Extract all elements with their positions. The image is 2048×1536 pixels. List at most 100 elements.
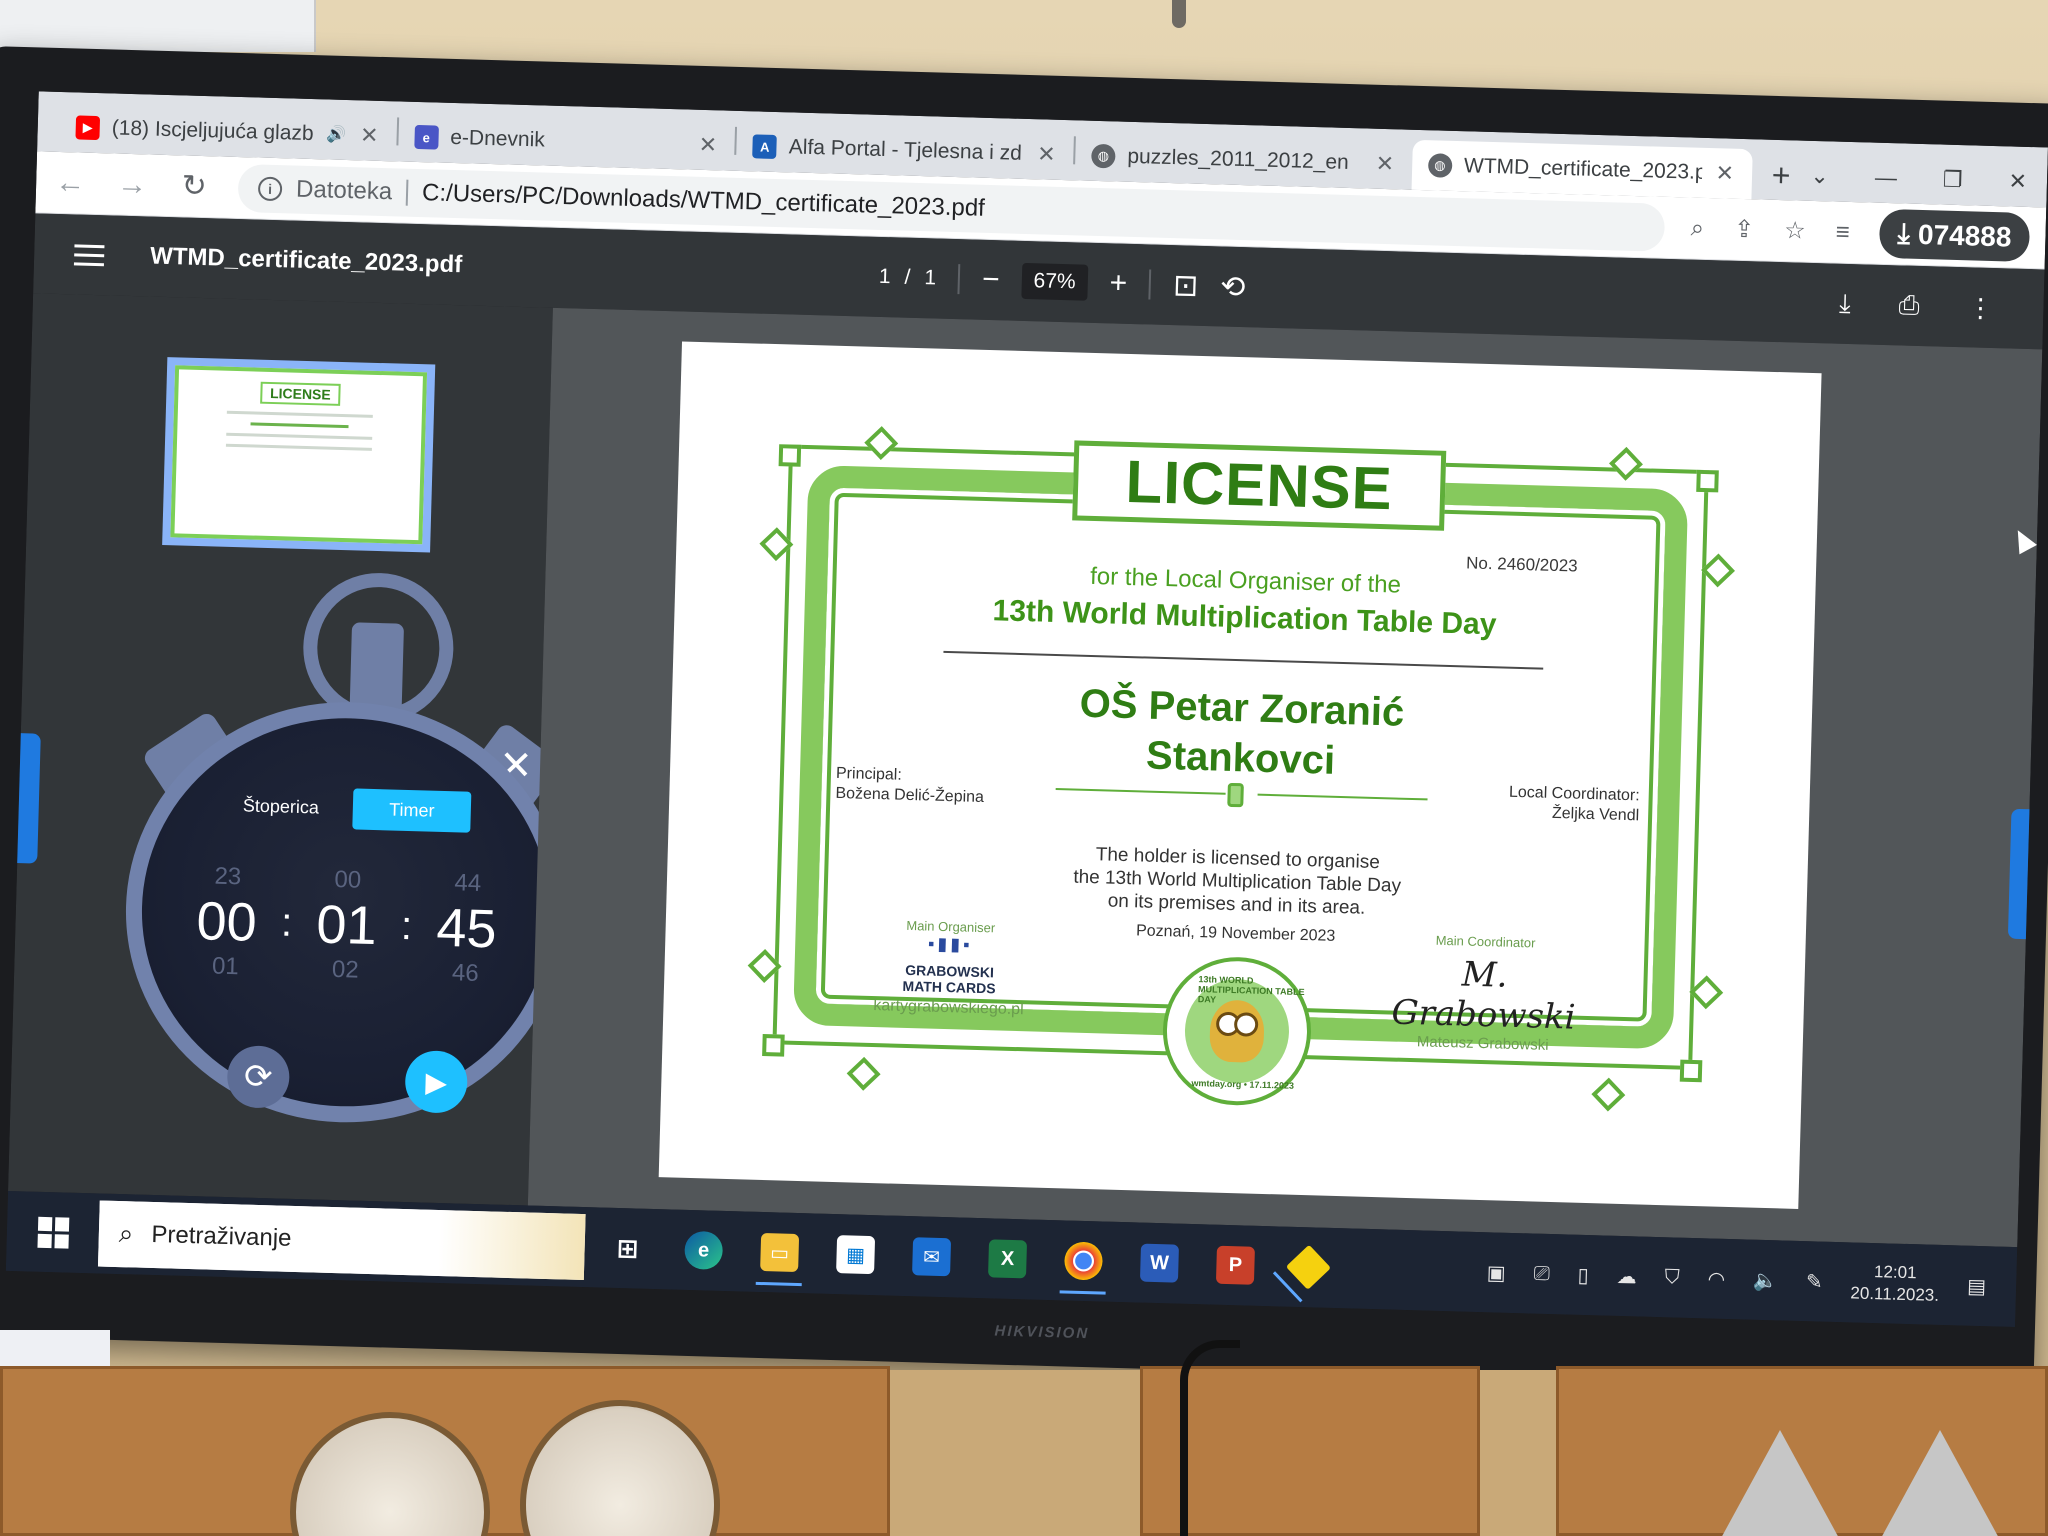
play-icon: ▶: [425, 1066, 448, 1098]
info-icon[interactable]: i: [257, 176, 283, 201]
grabowski-logo-icon: ▪▮▮▪: [927, 933, 973, 955]
divider: [957, 264, 961, 295]
pdf-document-area[interactable]: LICENSE No. 2460/2023 for the Local Orga…: [527, 307, 2043, 1248]
minimize-button[interactable]: —: [1875, 165, 1898, 192]
hours-value[interactable]: 00: [186, 890, 268, 954]
alfa-icon: A: [752, 134, 778, 160]
side-panel-handle-right[interactable]: [2007, 808, 2038, 940]
page-current-input[interactable]: 1: [879, 265, 891, 289]
youtube-icon: ▶: [75, 115, 101, 141]
stopwatch-mode-button[interactable]: Štoperica: [224, 785, 337, 829]
clock-date: 20.11.2023.: [1850, 1283, 1940, 1305]
menu-icon[interactable]: [73, 243, 105, 266]
tray-display-icon[interactable]: ⎚: [1533, 1262, 1550, 1285]
app-diamond-icon[interactable]: [1285, 1244, 1332, 1290]
tab-title: puzzles_2011_2012_en: [1127, 144, 1350, 174]
back-button[interactable]: ←: [52, 165, 89, 200]
thumbnail-page: LICENSE: [170, 365, 428, 545]
close-tab-icon[interactable]: ✕: [1713, 160, 1736, 187]
hours-above: 23: [214, 862, 242, 891]
address-divider: [405, 179, 409, 206]
download-icon[interactable]: ⤓: [1839, 288, 1851, 320]
close-tab-icon[interactable]: ✕: [1374, 151, 1397, 178]
word-icon[interactable]: W: [1139, 1243, 1179, 1283]
zoom-in-button[interactable]: +: [1109, 266, 1127, 300]
excel-icon[interactable]: X: [988, 1239, 1028, 1279]
tab-title: e-Dnevnik: [449, 125, 546, 152]
handwritten-signature: M. Grabowski: [1391, 954, 1577, 1038]
stopwatch-crown: [349, 622, 405, 714]
certificate-title: LICENSE: [1072, 440, 1447, 531]
minutes-above: 00: [334, 865, 362, 894]
mail-icon[interactable]: ✉: [912, 1237, 952, 1277]
close-window-button[interactable]: ✕: [2008, 168, 2027, 195]
local-coordinator-block: Local Coordinator: Željka Vendl: [1479, 782, 1640, 826]
close-tab-icon[interactable]: ✕: [358, 122, 381, 149]
search-icon: ⌕: [118, 1218, 134, 1249]
more-options-icon[interactable]: ⋮: [1967, 292, 1994, 324]
security-shield-icon[interactable]: ⛉: [1664, 1266, 1680, 1289]
share-icon[interactable]: ⇪: [1734, 215, 1755, 245]
wall-poster: [0, 0, 316, 52]
bookmark-star-icon[interactable]: ☆: [1784, 216, 1806, 246]
minutes-value[interactable]: 01: [306, 893, 388, 957]
page-thumbnail[interactable]: LICENSE: [162, 357, 436, 553]
globe-icon: ◍: [1427, 153, 1453, 178]
thumbnail-line: [226, 432, 373, 440]
principal-name: Božena Delić-Žepina: [835, 784, 985, 807]
frame-corner: [778, 444, 802, 467]
play-button[interactable]: ▶: [404, 1050, 469, 1114]
new-tab-button[interactable]: +: [1751, 149, 1811, 201]
seconds-value[interactable]: 45: [426, 897, 508, 961]
powerpoint-icon[interactable]: P: [1215, 1245, 1255, 1285]
close-tab-icon[interactable]: ✕: [1035, 141, 1058, 168]
windows-start-button[interactable]: [6, 1191, 100, 1274]
task-view-icon[interactable]: ⊞: [608, 1229, 647, 1268]
power-cable: [1180, 1340, 1240, 1536]
notifications-icon[interactable]: ▤: [1967, 1273, 1987, 1299]
volume-icon[interactable]: 🔈: [1753, 1267, 1779, 1293]
organiser-logo-line: MATH CARDS: [902, 977, 996, 997]
cloud-icon[interactable]: ☁: [1616, 1263, 1637, 1289]
pdf-actions: ⤓ ⎙ ⋮: [1838, 264, 1994, 348]
toolbar-icons: ⌕ ⇪ ☆ ≡ ⤓ 074888: [1690, 204, 2031, 263]
tab-search-icon[interactable]: ⌄: [1810, 163, 1829, 190]
side-panel-handle[interactable]: [11, 732, 41, 864]
usb-icon[interactable]: ▯: [1577, 1262, 1589, 1287]
rotate-icon[interactable]: ⟲: [1220, 269, 1246, 305]
taskbar-search[interactable]: ⌕ Pretraživanje: [97, 1200, 586, 1281]
monitor-brand-label: HIKVISION: [994, 1322, 1090, 1343]
tray-app-icon[interactable]: ▣: [1486, 1260, 1507, 1286]
pdf-page: LICENSE No. 2460/2023 for the Local Orga…: [658, 341, 1822, 1209]
thumbnail-line: [225, 443, 373, 451]
main-coordinator-block: Main Coordinator M. Grabowski Mateusz Gr…: [1373, 931, 1596, 1055]
taskbar-clock[interactable]: 12:01 20.11.2023.: [1850, 1260, 1940, 1306]
zoom-level-input[interactable]: 67%: [1021, 262, 1089, 301]
zoom-out-button[interactable]: −: [982, 263, 1000, 297]
stopwatch-timer-widget: ✕ Štoperica Timer 23 00 44 00 : 01: 45 …: [110, 566, 585, 1139]
timer-mode-switch: Štoperica Timer: [224, 785, 472, 833]
profile-badge[interactable]: ⤓ 074888: [1878, 208, 2031, 263]
restore-button[interactable]: ❐: [1942, 167, 1963, 194]
reset-button[interactable]: ⟳: [226, 1045, 291, 1109]
forward-button[interactable]: →: [114, 167, 151, 202]
zoom-icon[interactable]: ⌕: [1690, 214, 1704, 242]
url-text[interactable]: C:/Users/PC/Downloads/WTMD_certificate_2…: [422, 179, 985, 223]
seal-top-text: 13th WORLD MULTIPLICATION TABLE DAY: [1197, 974, 1305, 1005]
timer-mode-button[interactable]: Timer: [352, 788, 472, 833]
file-explorer-icon[interactable]: ▭: [760, 1232, 800, 1273]
chrome-icon[interactable]: [1063, 1241, 1104, 1281]
edge-icon[interactable]: e: [684, 1230, 724, 1270]
reading-list-icon[interactable]: ≡: [1835, 218, 1850, 246]
reload-button[interactable]: ↻: [176, 168, 213, 204]
pdf-filename: WTMD_certificate_2023.pdf: [149, 242, 463, 279]
store-icon[interactable]: ▦: [836, 1235, 876, 1275]
monitor: ▶ (18) Iscjeljujuća glazb 🔊 ✕ e e-Dnevni…: [0, 46, 2048, 1394]
close-tab-icon[interactable]: ✕: [697, 132, 720, 159]
print-icon[interactable]: ⎙: [1898, 289, 1920, 322]
speaker-icon[interactable]: 🔊: [326, 124, 346, 145]
network-icon[interactable]: ◠: [1707, 1266, 1725, 1291]
pdf-sidebar: LICENSE ✕ Štoperica Timer 23 00 44 00: …: [8, 293, 572, 1206]
fit-page-icon[interactable]: ⊡: [1173, 268, 1199, 304]
pen-icon[interactable]: ✎: [1806, 1269, 1823, 1294]
